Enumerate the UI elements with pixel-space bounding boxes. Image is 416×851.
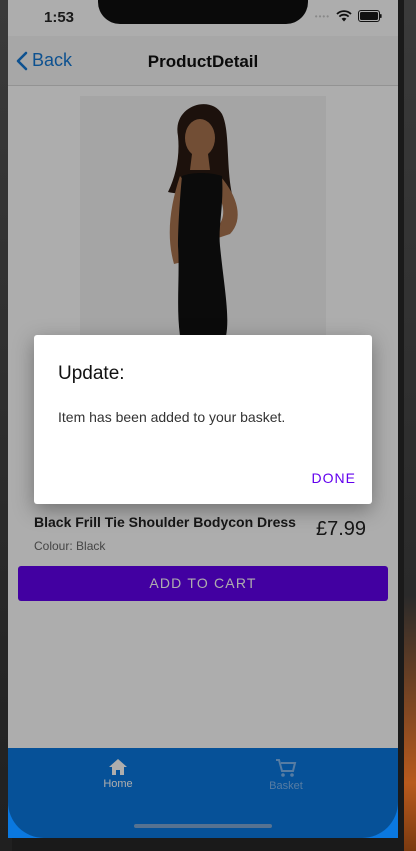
wifi-icon <box>336 10 352 22</box>
status-icons: •••• <box>315 10 382 22</box>
dialog-done-button[interactable]: DONE <box>312 470 356 486</box>
signal-icon: •••• <box>314 11 330 21</box>
dialog-message: Item has been added to your basket. <box>58 409 286 425</box>
update-dialog: Update: Item has been added to your bask… <box>34 335 372 504</box>
device-notch <box>98 0 308 24</box>
status-time: 1:53 <box>44 9 75 26</box>
battery-icon <box>358 10 382 22</box>
dialog-title: Update: <box>58 363 125 384</box>
wallpaper-right <box>404 0 416 851</box>
